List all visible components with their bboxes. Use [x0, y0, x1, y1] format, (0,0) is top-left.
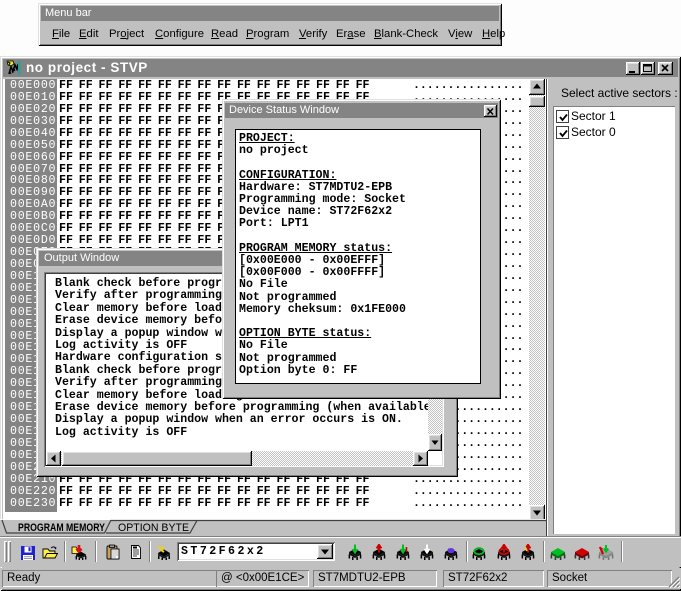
- svg-text:OPTION BYTE: OPTION BYTE: [118, 522, 189, 534]
- svg-text:PROGRAM MEMORY: PROGRAM MEMORY: [18, 522, 105, 534]
